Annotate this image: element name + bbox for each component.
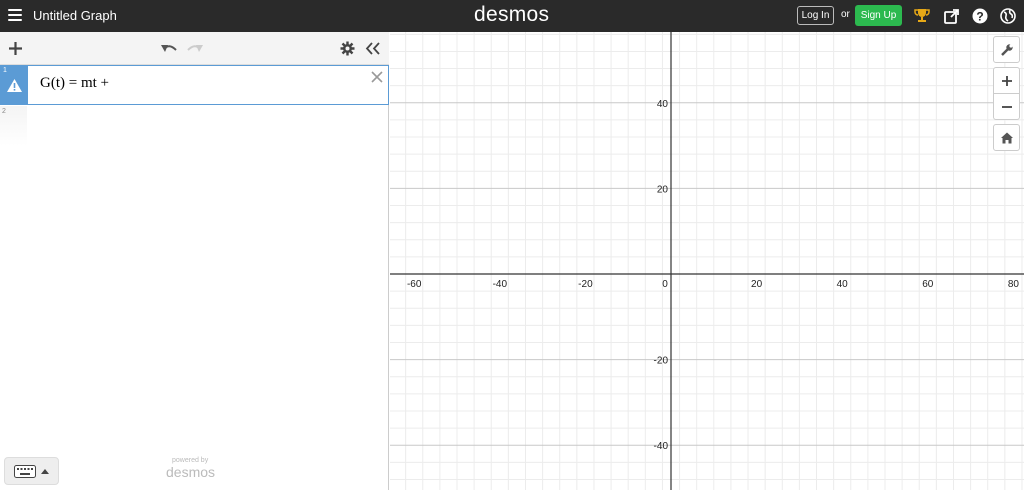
minor-grid bbox=[390, 32, 1024, 490]
graph-canvas[interactable]: -60 -40 -20 0 20 40 60 80 40 20 -20 -40 bbox=[390, 32, 1024, 490]
wrench-icon bbox=[1001, 44, 1013, 56]
x-tick-label: 0 bbox=[662, 279, 668, 290]
top-bar: Untitled Graph desmos Log In or Sign Up … bbox=[0, 0, 1024, 32]
zoom-out-button[interactable] bbox=[993, 93, 1020, 120]
trophy-icon[interactable] bbox=[913, 7, 931, 25]
y-tick-label: -20 bbox=[654, 356, 669, 367]
desmos-app: Untitled Graph desmos Log In or Sign Up … bbox=[0, 0, 1024, 490]
expression-toolbar bbox=[0, 32, 389, 65]
graph-settings-button[interactable] bbox=[993, 36, 1020, 63]
zoom-out-icon bbox=[1002, 106, 1012, 108]
menu-icon[interactable] bbox=[8, 7, 24, 25]
keypad-toggle-button[interactable] bbox=[4, 457, 59, 485]
expression-item[interactable]: 1 G(t) = mt + bbox=[0, 65, 389, 105]
home-icon bbox=[1001, 132, 1013, 144]
expression-input[interactable]: G(t) = mt + bbox=[40, 75, 109, 92]
expression-index: 2 bbox=[2, 108, 6, 115]
close-icon[interactable] bbox=[370, 70, 384, 84]
login-button[interactable]: Log In bbox=[797, 6, 834, 25]
share-icon[interactable] bbox=[943, 7, 961, 25]
help-icon[interactable]: ? bbox=[971, 7, 989, 25]
graph-paper[interactable]: -60 -40 -20 0 20 40 60 80 40 20 -20 -40 bbox=[390, 32, 1024, 490]
y-tick-label: 40 bbox=[657, 99, 669, 110]
zoom-in-icon bbox=[1002, 76, 1012, 86]
x-tick-label: 20 bbox=[751, 279, 763, 290]
powered-by-logo[interactable]: desmos bbox=[166, 464, 215, 480]
caret-up-icon bbox=[41, 469, 49, 474]
y-tick-label: -40 bbox=[654, 441, 669, 452]
x-tick-label: -40 bbox=[493, 279, 508, 290]
undo-icon[interactable] bbox=[160, 40, 178, 56]
add-icon[interactable] bbox=[8, 41, 23, 56]
x-tick-label: -60 bbox=[407, 279, 422, 290]
x-tick-label: 60 bbox=[922, 279, 934, 290]
zoom-in-button[interactable] bbox=[993, 67, 1020, 94]
expression-panel: 1 G(t) = mt + 2 powered by desmos bbox=[0, 32, 389, 490]
gear-icon[interactable] bbox=[340, 41, 355, 56]
x-tick-label: -20 bbox=[578, 279, 593, 290]
x-tick-label: 80 bbox=[1008, 279, 1020, 290]
svg-text:?: ? bbox=[976, 10, 983, 24]
keyboard-icon bbox=[14, 465, 36, 478]
desmos-logo: desmos bbox=[474, 3, 550, 26]
home-button[interactable] bbox=[993, 124, 1020, 151]
expression-index: 1 bbox=[3, 67, 7, 74]
axes bbox=[390, 32, 1024, 490]
signup-button[interactable]: Sign Up bbox=[855, 5, 902, 26]
y-tick-label: 20 bbox=[657, 184, 669, 195]
globe-icon[interactable] bbox=[999, 7, 1017, 25]
powered-by-label: powered by bbox=[172, 457, 209, 464]
expression-tab: 1 bbox=[1, 66, 28, 104]
expression-item-empty[interactable]: 2 bbox=[0, 106, 27, 146]
x-tick-label: 40 bbox=[837, 279, 849, 290]
collapse-icon[interactable] bbox=[365, 41, 381, 56]
redo-icon[interactable] bbox=[186, 40, 204, 56]
warning-icon[interactable] bbox=[6, 78, 23, 93]
graph-title[interactable]: Untitled Graph bbox=[33, 8, 117, 23]
or-label: or bbox=[841, 9, 850, 20]
